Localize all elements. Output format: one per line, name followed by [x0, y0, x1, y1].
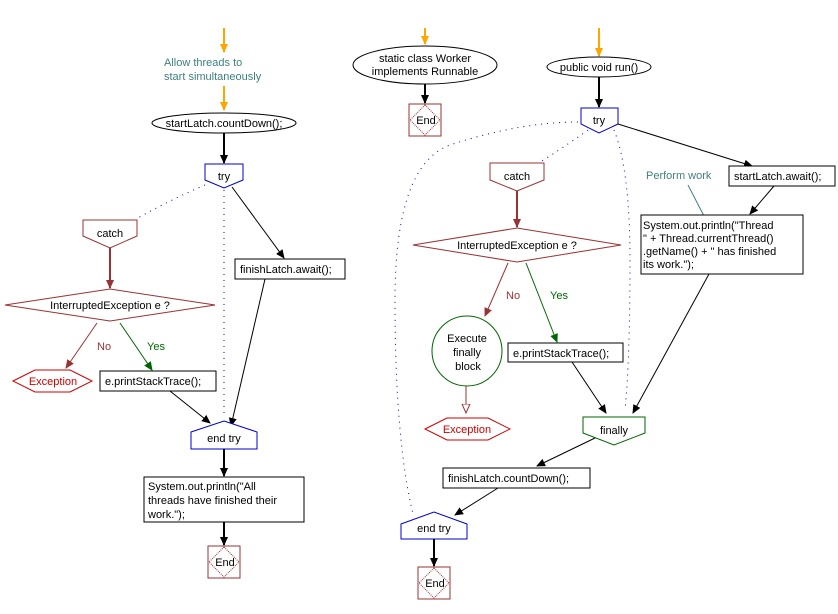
end-label-left: End: [215, 557, 235, 569]
yes-label: Yes: [147, 341, 165, 353]
worker-class-label: static class Worker implements Runnable: [372, 53, 478, 78]
start-latch-countdown-label: startLatch.countDown();: [166, 118, 283, 130]
end-label-run: End: [425, 578, 445, 590]
run-flow: public void run() try Perform work start…: [394, 28, 836, 600]
edge-run-stacktrace-to-finally: [571, 361, 607, 414]
print-stack-trace-label: e.printStackTrace();: [105, 376, 201, 388]
run-method-label: public void run(): [560, 62, 638, 74]
no-label: No: [97, 341, 111, 353]
edge-run-try-to-catch: [539, 129, 589, 163]
edge-try-to-catch: [135, 184, 206, 220]
try-label: try: [218, 171, 231, 183]
edge-countdown-to-endtry: [454, 487, 499, 516]
end-try-label: end try: [207, 433, 241, 445]
run-exception-label: Exception: [443, 424, 491, 436]
perform-work-connector: [687, 184, 705, 217]
edge-run-try-to-finally: [613, 129, 631, 411]
edge-try-to-await: [231, 186, 285, 259]
edge-no: [65, 322, 98, 369]
worker-class-node[interactable]: [352, 45, 498, 85]
run-decision-label: InterruptedException e ?: [457, 240, 577, 252]
edge-run-try-to-await: [617, 123, 753, 168]
exception-label: Exception: [29, 376, 77, 388]
decision-label: InterruptedException e ?: [50, 300, 170, 312]
edge-finally-to-countdown: [536, 437, 596, 467]
start-latch-await-label: startLatch.await();: [734, 171, 821, 183]
finally-label: finally: [600, 425, 629, 437]
run-no-label: No: [506, 290, 520, 302]
run-catch-label: catch: [504, 171, 530, 183]
edge-run-try-to-endtry: [394, 121, 579, 515]
run-end-try-label: end try: [417, 523, 451, 535]
finish-latch-await-label: finishLatch.await();: [240, 264, 332, 276]
edge-await-to-print: [749, 185, 775, 215]
worker-class-flow: static class Worker implements Runnable E…: [352, 28, 498, 137]
edge-stacktrace-to-endtry: [169, 390, 211, 424]
edge-print-to-finally: [632, 273, 710, 414]
run-print-stack-trace-label: e.printStackTrace();: [513, 348, 609, 360]
run-yes-label: Yes: [550, 290, 568, 302]
perform-work-comment: Perform work: [646, 170, 712, 182]
finish-latch-countdown-label: finishLatch.countDown();: [448, 473, 569, 485]
end-label-worker: End: [416, 115, 436, 127]
edge-await-to-endtry: [228, 278, 266, 427]
run-edge-yes: [525, 262, 558, 343]
comment-allow-threads: Allow threads to start simultaneously: [164, 57, 262, 83]
left-flow: Allow threads to start simultaneously sta…: [4, 28, 346, 579]
flowchart-canvas: Allow threads to start simultaneously sta…: [4, 28, 836, 600]
run-try-label: try: [593, 115, 606, 127]
catch-label: catch: [97, 228, 123, 240]
run-edge-no: [484, 262, 509, 317]
